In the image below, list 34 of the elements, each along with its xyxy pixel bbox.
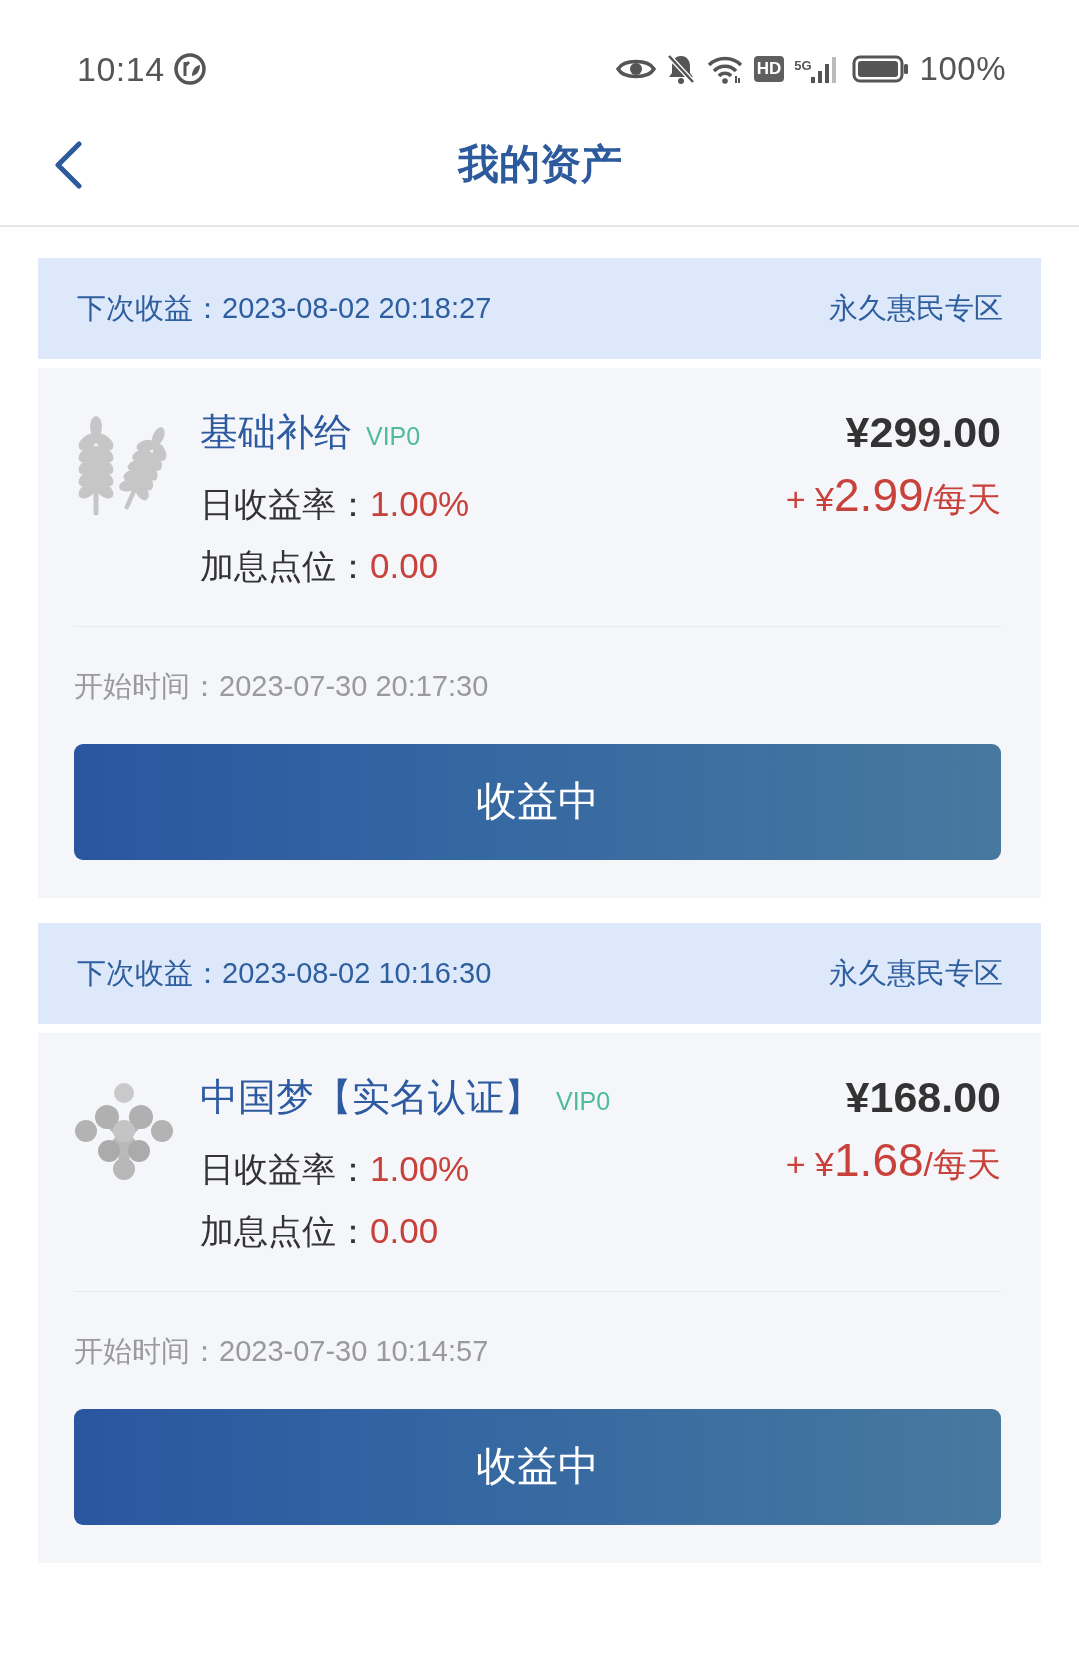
connected-dots-icon [74, 1081, 174, 1181]
network-type-label: 5G [794, 58, 812, 73]
next-payout-time: 下次收益：2023-08-02 10:16:30 [77, 955, 492, 991]
bonus-value: 0.00 [370, 1211, 439, 1250]
battery-percent: 100% [919, 48, 1006, 89]
rate-label: 日收益率： [200, 485, 370, 523]
battery-icon [851, 54, 910, 83]
product-name: 基础补给 [200, 410, 352, 455]
back-icon[interactable] [53, 141, 83, 189]
product-name: 中国梦【实名认证】 [200, 1075, 542, 1120]
page-title: 我的资产 [457, 140, 622, 189]
status-time: 10:14 [77, 48, 165, 90]
rate-value: 1.00% [370, 484, 470, 523]
price: ¥299.00 [845, 407, 1001, 458]
zone-label: 永久惠民专区 [829, 955, 1003, 991]
start-time: 开始时间：2023-07-30 20:17:30 [74, 669, 490, 704]
start-time: 开始时间：2023-07-30 10:14:57 [74, 1334, 490, 1369]
earning-status-button[interactable]: 收益中 [74, 744, 1001, 860]
muted-bell-icon [665, 52, 696, 85]
bonus-value: 0.00 [370, 546, 439, 585]
vip-level: VIP0 [366, 421, 421, 452]
earning-status-button[interactable]: 收益中 [74, 1409, 1001, 1525]
price: ¥168.00 [845, 1072, 1001, 1123]
bonus-label: 加息点位： [200, 547, 370, 585]
rate-value: 1.00% [370, 1149, 470, 1188]
vip-level: VIP0 [556, 1086, 611, 1117]
circle-status-icon [172, 51, 207, 86]
bonus-label: 加息点位： [200, 1212, 370, 1250]
hd-indicator: HD [753, 55, 785, 82]
daily-income: + ¥1.68/每天 [785, 1133, 1001, 1188]
rate-label: 日收益率： [200, 1150, 370, 1188]
daily-income: + ¥2.99/每天 [785, 468, 1001, 523]
zone-label: 永久惠民专区 [829, 290, 1003, 326]
next-payout-time: 下次收益：2023-08-02 20:18:27 [77, 290, 492, 326]
